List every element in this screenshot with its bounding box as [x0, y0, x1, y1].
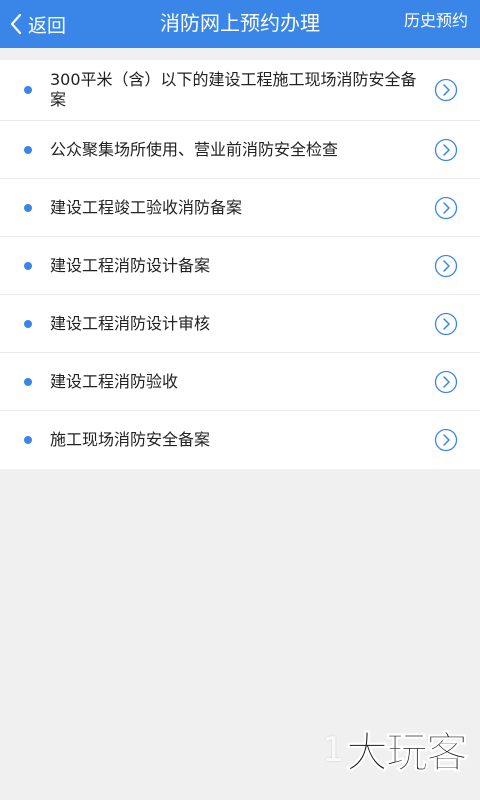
chevron-left-icon	[8, 12, 24, 36]
chevron-right-circle-icon[interactable]	[434, 138, 458, 162]
list-item-label: 公众聚集场所使用、营业前消防安全检查	[50, 139, 339, 159]
list-item[interactable]: 建设工程消防验收	[0, 353, 480, 411]
list-item[interactable]: 300平米（含）以下的建设工程施工现场消防安全备案	[0, 60, 480, 121]
chevron-right-circle-icon[interactable]	[434, 370, 458, 394]
chevron-right-circle-icon[interactable]	[434, 428, 458, 452]
list-item-label: 施工现场消防安全备案	[50, 430, 211, 449]
list-item-label: 建设工程竣工验收消防备案	[50, 197, 243, 217]
bullet-dot	[24, 436, 32, 444]
chevron-right-circle-icon[interactable]	[434, 254, 458, 278]
chevron-right-circle-icon[interactable]	[434, 196, 458, 220]
watermark-digits: 1	[322, 729, 344, 770]
chevron-right-circle-icon[interactable]	[434, 78, 458, 102]
chevron-right-circle-icon[interactable]	[434, 312, 458, 336]
back-label: 返回	[28, 14, 67, 37]
bullet-dot	[24, 86, 32, 94]
bullet-dot	[24, 319, 32, 328]
list-item[interactable]: 建设工程消防设计备案	[0, 237, 480, 295]
list-item[interactable]: 建设工程竣工验收消防备案	[0, 179, 480, 237]
list-item-label: 300平米（含）以下的建设工程施工现场消防安全备案	[50, 70, 417, 109]
back-button[interactable]: 返回	[8, 0, 66, 48]
list-item[interactable]: 公众聚集场所使用、营业前消防安全检查	[0, 121, 480, 179]
watermark: 1 大玩客	[322, 719, 468, 780]
bullet-dot	[24, 261, 32, 270]
bullet-dot	[24, 203, 32, 212]
list-item-label: 建设工程消防设计审核	[50, 313, 211, 333]
watermark-text: 大玩客	[345, 728, 468, 778]
list-item[interactable]: 施工现场消防安全备案	[0, 411, 480, 469]
history-appointments-button[interactable]: 历史预约	[404, 0, 468, 48]
bullet-dot	[24, 377, 32, 386]
bullet-dot	[24, 145, 32, 154]
app-header: 返回 消防网上预约办理 历史预约	[0, 0, 480, 48]
list-item[interactable]: 建设工程消防设计审核	[0, 295, 480, 353]
list-item-label: 建设工程消防验收	[50, 371, 179, 391]
list-item-label: 建设工程消防设计备案	[50, 255, 211, 275]
service-list: 300平米（含）以下的建设工程施工现场消防安全备案 公众聚集场所使用、营业前消防…	[0, 60, 480, 469]
